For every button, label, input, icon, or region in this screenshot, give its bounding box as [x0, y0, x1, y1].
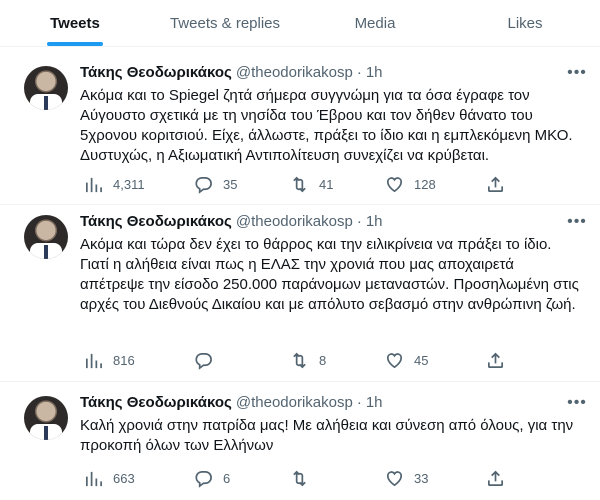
- author-name[interactable]: Τάκης Θεοδωρικάκος: [80, 394, 232, 411]
- retweet-button[interactable]: 41: [290, 175, 333, 194]
- separator-dot: ·: [356, 213, 362, 230]
- more-icon[interactable]: •••: [566, 213, 588, 231]
- author-handle[interactable]: @theodorikakosp: [236, 394, 353, 411]
- share-icon: [487, 176, 504, 192]
- tweet[interactable]: Τάκης Θεοδωρικάκος @theodorikakosp · 1h …: [0, 386, 600, 500]
- retweet-icon: [293, 352, 306, 368]
- tweet-header: Τάκης Θεοδωρικάκος @theodorikakosp · 1h: [80, 394, 383, 411]
- separator-dot: ·: [356, 64, 362, 81]
- tweet-text: Καλή χρονιά στην πατρίδα μας! Με αλήθεια…: [80, 417, 574, 454]
- tab-likes[interactable]: Likes: [450, 0, 600, 46]
- tweet-text: Ακόμα και το Spiegel ζητά σήμερα συγγνώμ…: [80, 87, 573, 164]
- heart-icon: [386, 470, 403, 486]
- tab-label: Media: [354, 14, 396, 32]
- more-icon[interactable]: •••: [566, 64, 588, 82]
- reply-icon: [195, 176, 212, 194]
- tab-tweets-and-replies[interactable]: Tweets & replies: [150, 0, 300, 46]
- bar-chart-icon: [85, 177, 102, 192]
- more-icon[interactable]: •••: [566, 394, 588, 412]
- like-count: 128: [414, 176, 436, 192]
- avatar[interactable]: [24, 396, 68, 440]
- like-button[interactable]: 33: [385, 469, 428, 488]
- retweet-button[interactable]: 8: [290, 351, 326, 370]
- author-name[interactable]: Τάκης Θεοδωρικάκος: [80, 64, 232, 81]
- reply-count: 35: [223, 176, 238, 192]
- active-tab-indicator: [47, 42, 103, 46]
- reply-icon: [195, 352, 212, 370]
- retweet-count: 41: [319, 176, 334, 192]
- retweet-icon: [293, 176, 306, 192]
- tab-label: Likes: [507, 14, 543, 32]
- bar-chart-icon: [85, 353, 102, 368]
- tweet-header: Τάκης Θεοδωρικάκος @theodorikakosp · 1h: [80, 64, 383, 81]
- retweet-button[interactable]: [290, 469, 319, 488]
- avatar[interactable]: [24, 66, 68, 110]
- share-button[interactable]: [486, 351, 505, 370]
- reply-count: 6: [223, 470, 231, 486]
- tweet-text: Ακόμα και τώρα δεν έχει το θάρρος και τη…: [80, 236, 579, 313]
- tab-label: Tweets: [50, 14, 100, 32]
- timestamp[interactable]: 1h: [366, 213, 383, 230]
- share-button[interactable]: [486, 175, 505, 194]
- like-button[interactable]: 45: [385, 351, 428, 370]
- timestamp[interactable]: 1h: [366, 394, 383, 411]
- heart-icon: [386, 352, 403, 368]
- timestamp[interactable]: 1h: [366, 64, 383, 81]
- views-button[interactable]: 4,311: [84, 175, 145, 194]
- like-count: 45: [414, 352, 429, 368]
- heart-icon: [386, 176, 403, 192]
- views-button[interactable]: 816: [84, 351, 135, 370]
- retweet-icon: [293, 470, 306, 486]
- reply-button[interactable]: 6: [194, 469, 230, 488]
- views-count: 816: [113, 352, 135, 368]
- author-handle[interactable]: @theodorikakosp: [236, 64, 353, 81]
- reply-button[interactable]: 35: [194, 175, 237, 194]
- avatar[interactable]: [24, 215, 68, 259]
- separator-dot: ·: [356, 394, 362, 411]
- retweet-count: 8: [319, 352, 327, 368]
- share-button[interactable]: [486, 469, 505, 488]
- bar-chart-icon: [85, 471, 102, 486]
- share-icon: [487, 470, 504, 486]
- tab-media[interactable]: Media: [300, 0, 450, 46]
- author-handle[interactable]: @theodorikakosp: [236, 213, 353, 230]
- author-name[interactable]: Τάκης Θεοδωρικάκος: [80, 213, 232, 230]
- tweet-header: Τάκης Θεοδωρικάκος @theodorikakosp · 1h: [80, 213, 383, 230]
- profile-tabs: Tweets Tweets & replies Media Likes: [0, 0, 600, 47]
- like-count: 33: [414, 470, 429, 486]
- tweet[interactable]: Τάκης Θεοδωρικάκος @theodorikakosp · 1h …: [0, 56, 600, 205]
- views-count: 4,311: [113, 176, 145, 192]
- like-button[interactable]: 128: [385, 175, 436, 194]
- tab-label: Tweets & replies: [169, 14, 281, 32]
- reply-icon: [195, 470, 212, 488]
- tab-tweets[interactable]: Tweets: [0, 0, 150, 46]
- tweet[interactable]: Τάκης Θεοδωρικάκος @theodorikakosp · 1h …: [0, 205, 600, 382]
- share-icon: [487, 352, 504, 368]
- reply-button[interactable]: [194, 351, 223, 370]
- views-button[interactable]: 663: [84, 469, 135, 488]
- views-count: 663: [113, 470, 135, 486]
